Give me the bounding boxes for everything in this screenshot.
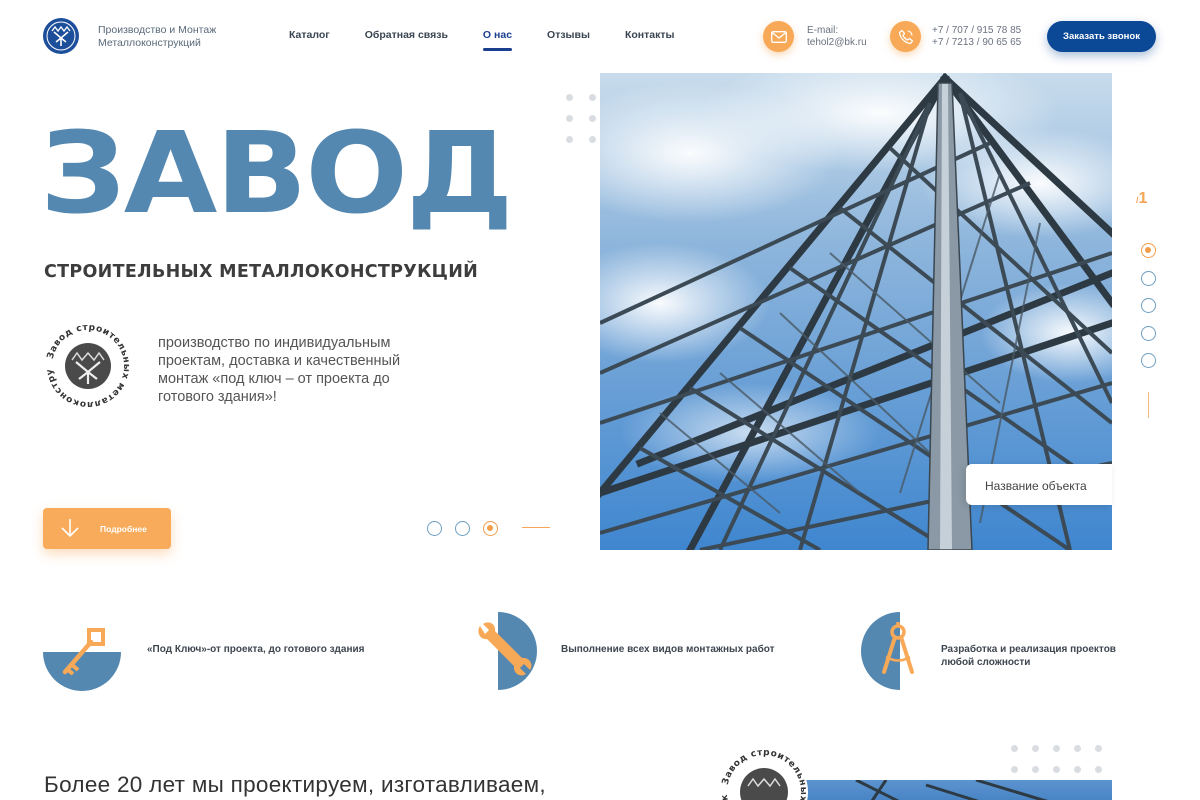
slide-dot-2[interactable] <box>455 521 470 536</box>
email-link[interactable]: tehol2@bk.ru <box>807 37 867 49</box>
slide-dot-3[interactable] <box>483 521 498 536</box>
nav-about[interactable]: О нас <box>482 29 513 51</box>
side-dot-5[interactable] <box>1141 353 1156 368</box>
object-name-label[interactable]: Название объекта <box>966 464 1112 505</box>
main-nav: Каталог Обратная связь О нас Отзывы Конт… <box>289 29 709 51</box>
logo-line-1: Производство и Монтаж <box>98 24 217 36</box>
side-dot-2[interactable] <box>1141 270 1156 286</box>
about-image <box>776 778 1112 800</box>
slide-divider <box>522 527 550 528</box>
seal-logo: Завод строительных металлоконструкций <box>40 315 132 410</box>
about-intro: Более 20 лет мы проектируем, изготавлива… <box>44 772 546 797</box>
feature-projects: Разработка и реализация проектов любой с… <box>941 643 1116 669</box>
nav-reviews[interactable]: Отзывы <box>547 29 590 41</box>
wrench-icon <box>474 612 538 695</box>
order-call-button[interactable]: Заказать звонок <box>1047 21 1156 52</box>
more-button-label: Подробнее <box>100 524 147 534</box>
hero-description: производство по индивидуальным проектам,… <box>158 335 401 405</box>
logo-line-2: Металлоконструкций <box>98 37 201 49</box>
slide-counter: /1 <box>1136 190 1147 208</box>
phone-icon[interactable] <box>890 21 921 52</box>
feature-installation: Выполнение всех видов монтажных работ <box>561 644 775 655</box>
nav-contacts[interactable]: Контакты <box>625 29 675 41</box>
email-block: E-mail: tehol2@bk.ru <box>807 25 867 49</box>
side-dot-1[interactable] <box>1141 243 1156 258</box>
compass-icon <box>860 612 920 695</box>
nav-feedback[interactable]: Обратная связь <box>365 29 448 41</box>
side-nav-dots <box>1141 243 1156 381</box>
logo[interactable] <box>43 18 79 54</box>
phone-2[interactable]: +7 / 7213 / 90 65 65 <box>932 37 1021 49</box>
mail-icon[interactable] <box>763 21 794 52</box>
more-button[interactable]: Подробнее <box>43 508 171 549</box>
slide-dots <box>427 521 511 536</box>
nav-catalog[interactable]: Каталог <box>289 29 330 41</box>
feature-projects-line-2: любой сложности <box>941 657 1031 668</box>
side-nav-line <box>1148 392 1149 418</box>
key-icon <box>43 614 123 697</box>
feature-projects-line-1: Разработка и реализация проектов <box>941 644 1116 655</box>
phone-block: +7 / 707 / 915 78 85 +7 / 7213 / 90 65 6… <box>932 25 1021 49</box>
hero-title: ЗАВОД <box>40 109 514 239</box>
counter-total: 1 <box>1138 190 1148 207</box>
feature-turnkey: «Под Ключ»-от проекта, до готового здани… <box>147 644 365 655</box>
phone-1[interactable]: +7 / 707 / 915 78 85 <box>932 25 1021 37</box>
logo-text: Производство и Монтаж Металлоконструкций <box>98 24 216 50</box>
seal-logo-2: Завод строительных металлоконструкций <box>715 740 809 800</box>
email-label: E-mail: <box>807 25 839 36</box>
arrow-down-icon <box>59 517 81 541</box>
side-dot-4[interactable] <box>1141 325 1156 341</box>
slide-dot-1[interactable] <box>427 521 442 536</box>
side-dot-3[interactable] <box>1141 298 1156 313</box>
hero-subtitle: СТРОИТЕЛЬНЫХ МЕТАЛЛОКОНСТРУКЦИЙ <box>44 262 479 282</box>
